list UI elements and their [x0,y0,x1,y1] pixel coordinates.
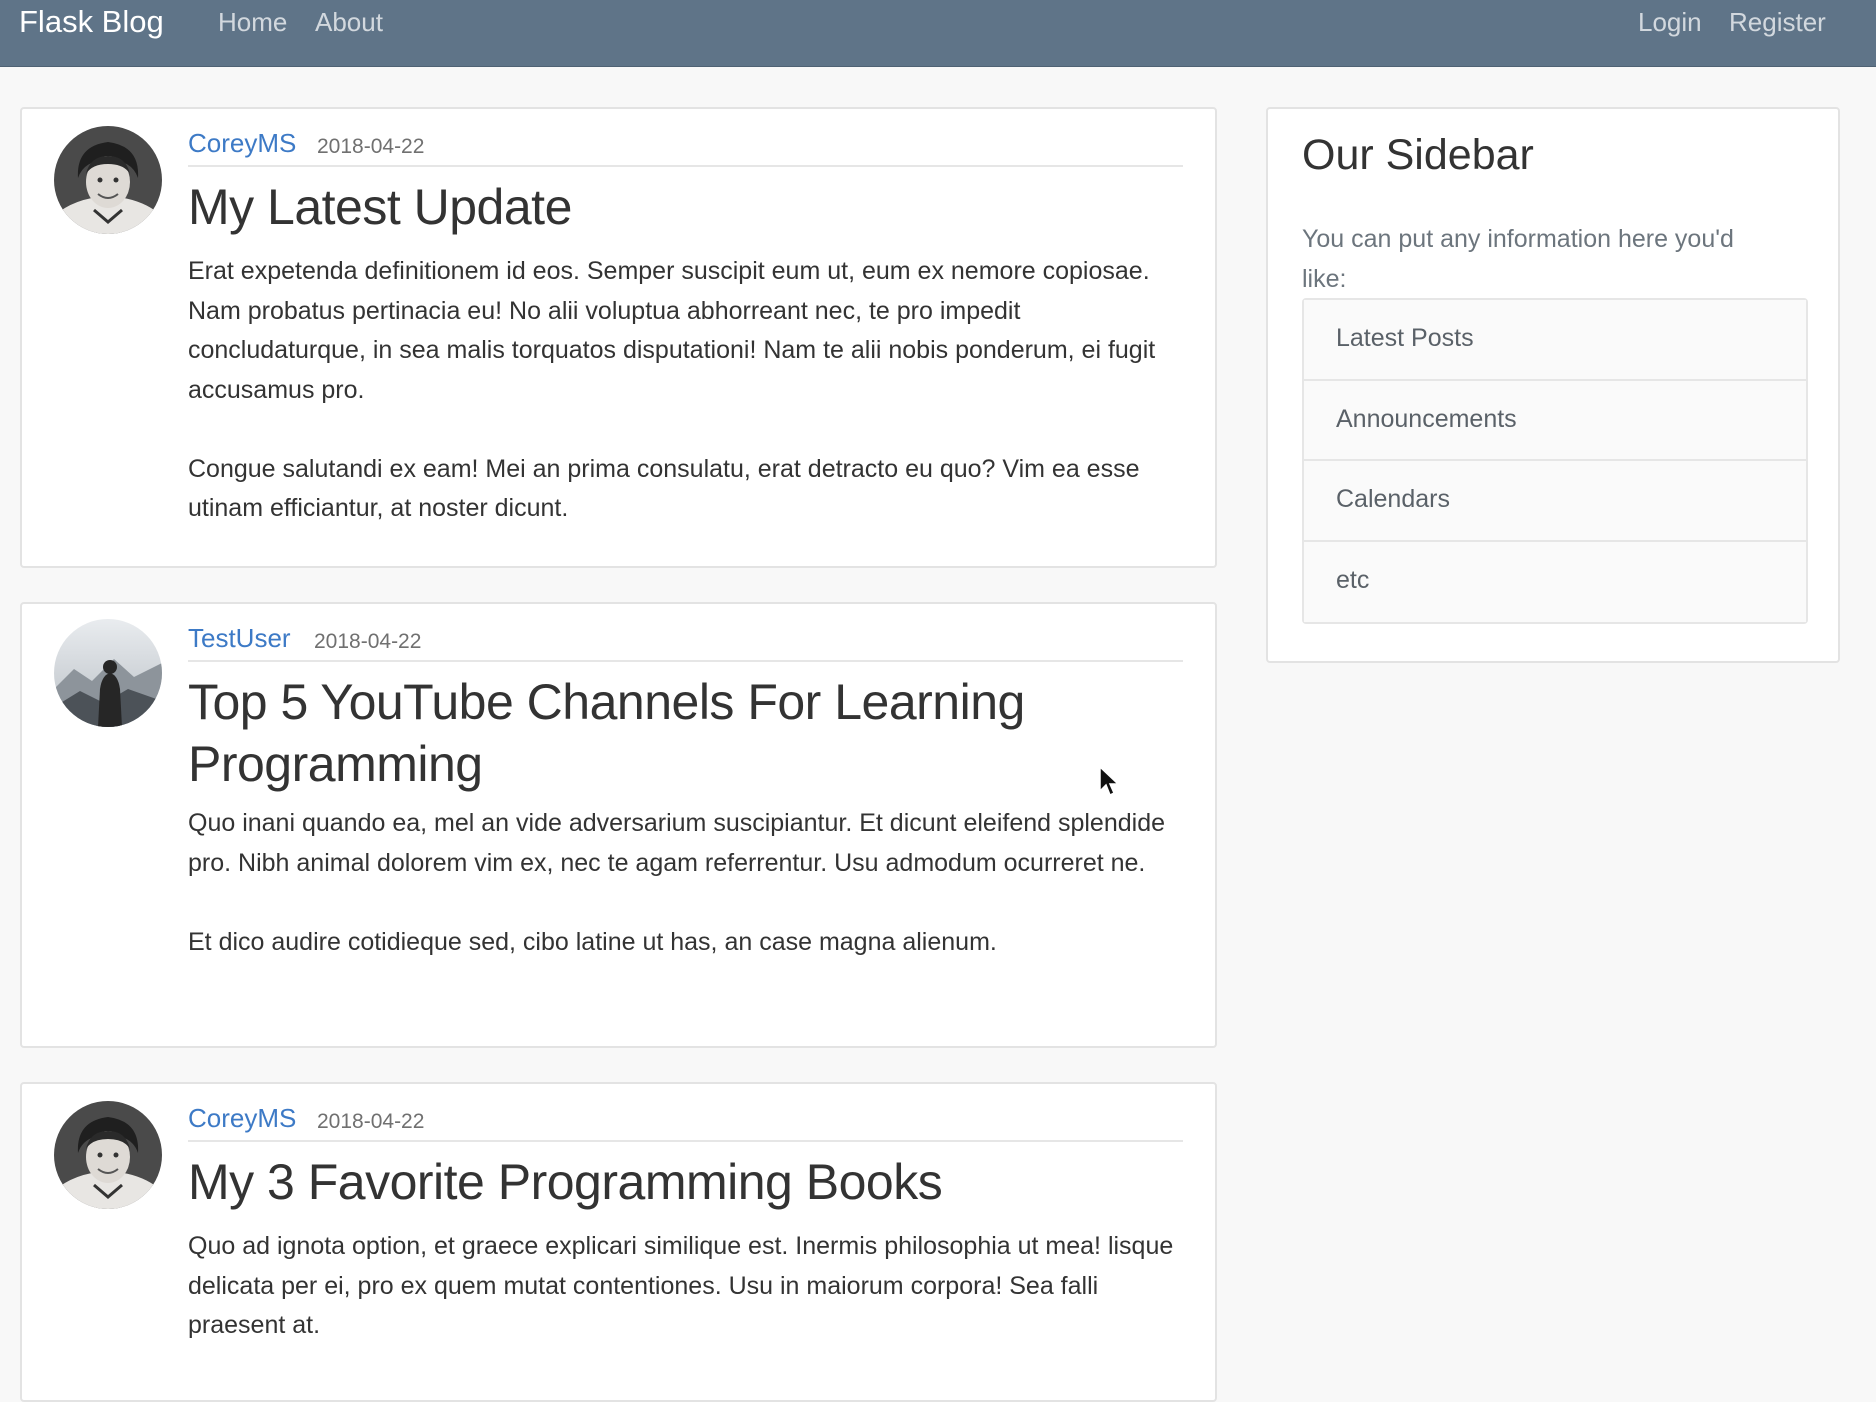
mouse-cursor-icon [1098,765,1120,797]
post-paragraph: Quo inani quando ea, mel an vide adversa… [188,809,1166,877]
post-paragraph: Quo ad ignota option, et graece explicar… [188,1232,1174,1339]
post-author-link[interactable]: CoreyMS [188,127,296,159]
sidebar-item-etc[interactable]: etc [1304,541,1806,622]
post-author-link[interactable]: CoreyMS [188,1102,296,1134]
post-title[interactable]: My 3 Favorite Programming Books [188,1151,1175,1213]
nav-about-link[interactable]: About [315,6,383,38]
sidebar: Our Sidebar You can put any information … [1266,107,1840,663]
brand-link[interactable]: Flask Blog [19,4,164,40]
person-portrait-icon [54,1101,162,1209]
post-meta: CoreyMS 2018-04-22 [188,1102,1183,1142]
post-date: 2018-04-22 [317,1110,425,1133]
post-content: Quo inani quando ea, mel an vide adversa… [188,804,1183,1002]
post-card: CoreyMS 2018-04-22 My 3 Favorite Program… [20,1082,1217,1402]
sidebar-item-latest-posts[interactable]: Latest Posts [1304,300,1806,381]
sidebar-list: Latest Posts Announcements Calendars etc [1302,298,1808,624]
post-date: 2018-04-22 [314,630,422,653]
post-paragraph: Et dico audire cotidieque sed, cibo lati… [188,927,997,956]
post-title[interactable]: Top 5 YouTube Channels For Learning Prog… [188,671,1175,795]
post-author-link[interactable]: TestUser [188,622,291,654]
sidebar-title: Our Sidebar [1302,131,1534,179]
person-portrait-icon [54,126,162,234]
post-meta: CoreyMS 2018-04-22 [188,127,1183,167]
nav-login-link[interactable]: Login [1638,6,1702,38]
post-paragraph: Congue salutandi ex eam! Mei an prima co… [188,454,1140,523]
post-title[interactable]: My Latest Update [188,176,1175,238]
post-card: CoreyMS 2018-04-22 My Latest Update Erat… [20,107,1217,568]
post-paragraph: Erat expetenda definitionem id eos. Semp… [188,257,1156,404]
post-content: Quo ad ignota option, et graece explicar… [188,1227,1183,1385]
post-meta: TestUser 2018-04-22 [188,622,1183,662]
top-navbar: Flask Blog Home About Login Register [0,0,1876,67]
nav-register-link[interactable]: Register [1729,6,1826,38]
post-date: 2018-04-22 [317,135,425,158]
mountain-silhouette-icon [54,619,162,727]
nav-home-link[interactable]: Home [218,6,287,38]
post-content: Erat expetenda definitionem id eos. Semp… [188,252,1183,568]
post-card: TestUser 2018-04-22 Top 5 YouTube Channe… [20,602,1217,1048]
sidebar-item-calendars[interactable]: Calendars [1304,461,1806,542]
sidebar-item-announcements[interactable]: Announcements [1304,380,1806,461]
sidebar-description: You can put any information here you'd l… [1302,225,1734,293]
